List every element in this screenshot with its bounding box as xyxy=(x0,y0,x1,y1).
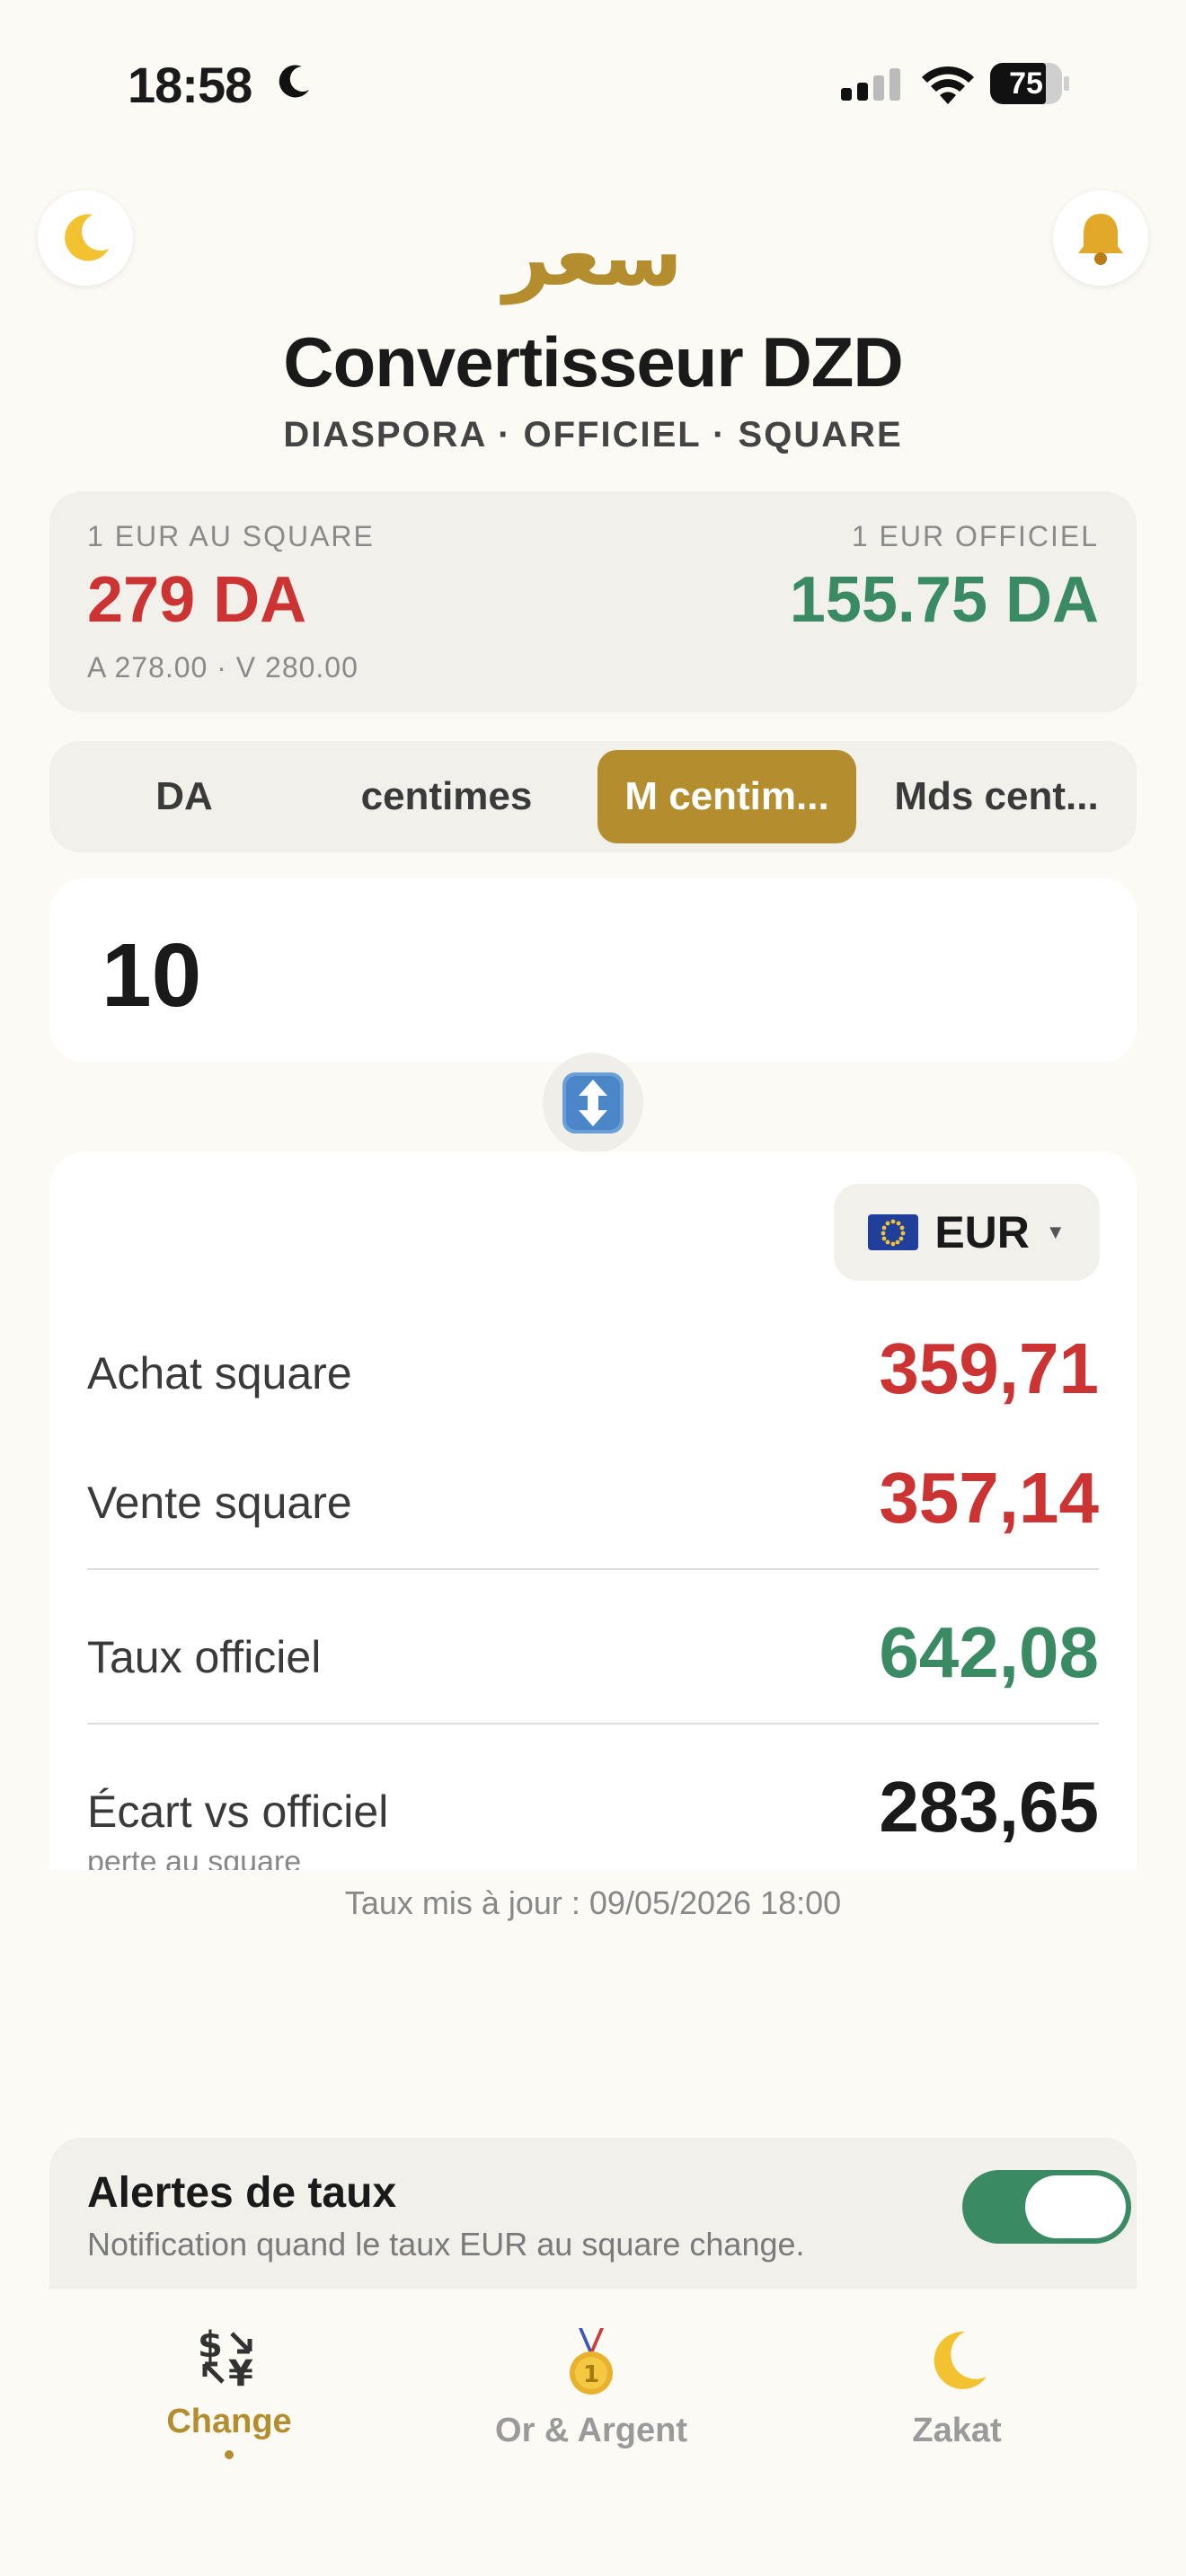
svg-text:$: $ xyxy=(198,2326,223,2366)
tabbar-divider xyxy=(49,2287,1137,2289)
tab-or-argent-label: Or & Argent xyxy=(495,2412,687,2449)
swap-direction-button[interactable] xyxy=(543,1053,643,1153)
alerts-subtitle: Notification quand le taux EUR au square… xyxy=(87,2226,805,2263)
wifi-icon xyxy=(922,66,974,104)
official-rate-label: 1 EUR OFFICIEL xyxy=(851,520,1099,552)
chevron-down-icon: ▼ xyxy=(1045,1221,1066,1243)
focus-moon-icon xyxy=(279,65,309,98)
conversion-results-card: EUR ▼ Achat square 359,71 Vente square 3… xyxy=(49,1151,1137,1870)
toggle-knob xyxy=(1025,2175,1126,2238)
alerts-toggle[interactable] xyxy=(962,2170,1131,2244)
currency-exchange-icon: $ ¥ xyxy=(198,2325,253,2395)
up-down-arrow-icon xyxy=(562,1072,624,1134)
unit-tab-centimes[interactable]: centimes xyxy=(319,750,574,843)
medal-icon: 1 xyxy=(570,2328,613,2395)
ecart-sublabel: perte au square xyxy=(87,1845,302,1870)
divider xyxy=(87,1568,1099,1570)
tab-zakat[interactable]: Zakat xyxy=(831,2326,1083,2450)
last-updated-text: Taux mis à jour : 09/05/2026 18:00 xyxy=(344,1884,842,1921)
arabic-logo: سعر xyxy=(503,208,683,304)
alerts-title: Alertes de taux xyxy=(87,2169,397,2217)
square-rate-detail: A 278.00 · V 280.00 xyxy=(87,651,358,684)
square-rate-label: 1 EUR AU SQUARE xyxy=(87,520,375,552)
active-tab-dot xyxy=(225,2450,234,2459)
unit-tab-da[interactable]: DA xyxy=(57,750,312,843)
status-time: 18:58 xyxy=(128,57,252,113)
rates-summary-card: 1 EUR AU SQUARE 279 DA A 278.00 · V 280.… xyxy=(49,491,1137,712)
taux-officiel-label: Taux officiel xyxy=(87,1632,322,1682)
battery-indicator: 75 xyxy=(990,63,1071,104)
eu-flag-icon xyxy=(868,1214,919,1250)
divider xyxy=(87,1723,1099,1725)
ecart-value: 283,65 xyxy=(879,1767,1099,1847)
cellular-signal-icon xyxy=(841,68,900,101)
vente-square-value: 357,14 xyxy=(879,1458,1099,1538)
ecart-label: Écart vs officiel xyxy=(87,1786,389,1837)
battery-percent: 75 xyxy=(1009,66,1043,101)
vente-square-label: Vente square xyxy=(87,1478,352,1528)
taux-officiel-value: 642,08 xyxy=(879,1612,1099,1692)
achat-square-value: 359,71 xyxy=(879,1328,1099,1408)
tab-change[interactable]: $ ¥ Change xyxy=(103,2325,355,2459)
unit-tab-million-centimes[interactable]: M centim... xyxy=(597,750,856,843)
page-title: Convertisseur DZD xyxy=(283,322,904,401)
achat-square-label: Achat square xyxy=(87,1348,352,1398)
tab-or-argent[interactable]: 1 Or & Argent xyxy=(465,2326,717,2450)
currency-selector[interactable]: EUR ▼ xyxy=(834,1184,1100,1281)
svg-text:¥: ¥ xyxy=(228,2353,253,2389)
crescent-moon-icon xyxy=(934,2331,987,2389)
unit-segmented-control: DA centimes M centim... Mds cent... xyxy=(49,741,1137,852)
amount-input[interactable]: 10 xyxy=(49,878,1137,1063)
square-rate-value: 279 DA xyxy=(87,564,307,636)
tab-zakat-label: Zakat xyxy=(912,2412,1002,2449)
tab-change-label: Change xyxy=(166,2403,292,2440)
amount-value: 10 xyxy=(102,925,202,1026)
rate-alerts-card: Alertes de taux Notification quand le ta… xyxy=(49,2138,1137,2287)
page-subtitle: DIASPORA · OFFICIEL · SQUARE xyxy=(283,415,903,454)
svg-text:1: 1 xyxy=(583,2361,599,2388)
unit-tab-billion-centimes[interactable]: Mds cent... xyxy=(863,750,1129,843)
currency-code: EUR xyxy=(934,1207,1030,1257)
official-rate-value: 155.75 DA xyxy=(789,564,1099,636)
